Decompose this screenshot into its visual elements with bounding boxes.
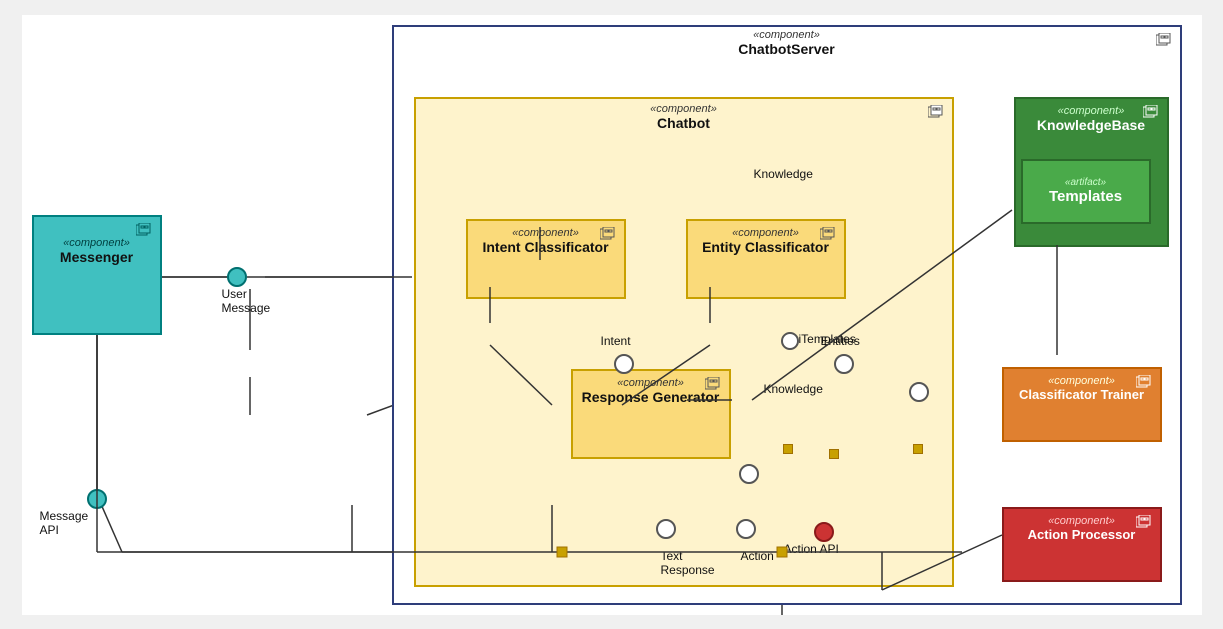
chatbot-server-icon bbox=[1156, 33, 1172, 47]
messenger-icon bbox=[136, 223, 152, 237]
intent-circle bbox=[614, 354, 634, 374]
knowledge-base-icon bbox=[1143, 105, 1159, 119]
chatbot-label: «component» Chatbot bbox=[416, 103, 952, 131]
diagram-container: «component» ChatbotServer «component» Ch… bbox=[22, 15, 1202, 615]
chatbot-server-box: «component» ChatbotServer «component» Ch… bbox=[392, 25, 1182, 605]
knowledge-label-bottom: Knowledge bbox=[764, 382, 823, 396]
response-generator-icon bbox=[705, 377, 721, 391]
chatbot-title: Chatbot bbox=[416, 115, 952, 131]
knowledge-port-circle-inner bbox=[739, 464, 759, 484]
entities-circle bbox=[834, 354, 854, 374]
intent-classificator-box: «component» Intent Classificator bbox=[466, 219, 626, 299]
action-processor-box: «component» Action Processor bbox=[1002, 507, 1162, 582]
itemplates-label: iTemplates bbox=[799, 332, 856, 346]
knowledge-label-top: Knowledge bbox=[754, 167, 813, 181]
action-label: Action bbox=[741, 549, 774, 563]
chatbot-box: «component» Chatbot «component» Intent C… bbox=[414, 97, 954, 587]
knowledge-base-box: «component» KnowledgeBase «artifact» Tem… bbox=[1014, 97, 1169, 247]
message-api-label: MessageAPI bbox=[40, 509, 89, 537]
entity-classificator-box: «component» Entity Classificator bbox=[686, 219, 846, 299]
action-api-label: Action API bbox=[784, 542, 839, 556]
response-generator-box: «component» Response Generator bbox=[571, 369, 731, 459]
text-response-label: TextResponse bbox=[661, 549, 715, 577]
messenger-stereotype: «component» bbox=[34, 237, 160, 249]
entity-classificator-icon bbox=[820, 227, 836, 241]
user-message-circle bbox=[227, 267, 247, 287]
assembly-square-3 bbox=[829, 449, 839, 459]
chatbot-server-label: «component» ChatbotServer bbox=[394, 25, 1180, 57]
text-response-circle bbox=[656, 519, 676, 539]
itemplates-circle bbox=[781, 332, 799, 350]
classificator-trainer-icon bbox=[1136, 375, 1152, 389]
messenger-box: «component» Messenger bbox=[32, 215, 162, 335]
action-circle-inner bbox=[736, 519, 756, 539]
user-message-label: UserMessage bbox=[222, 287, 271, 315]
assembly-square-1 bbox=[913, 444, 923, 454]
assembly-square-2 bbox=[783, 444, 793, 454]
action-api-circle bbox=[814, 522, 834, 542]
chatbot-icon bbox=[928, 105, 944, 119]
messenger-label: «component» Messenger bbox=[34, 237, 160, 265]
chatbot-stereotype: «component» bbox=[416, 103, 952, 115]
chatbot-server-title: ChatbotServer bbox=[394, 41, 1180, 57]
message-api-circle bbox=[87, 489, 107, 509]
classificator-trainer-box: «component» Classificator Trainer bbox=[1002, 367, 1162, 442]
intent-classificator-icon bbox=[600, 227, 616, 241]
templates-box: «artifact» Templates bbox=[1021, 159, 1151, 224]
messenger-title: Messenger bbox=[34, 249, 160, 265]
intent-label: Intent bbox=[601, 334, 631, 348]
chatbot-server-stereotype: «component» bbox=[394, 29, 1180, 41]
action-processor-icon bbox=[1136, 515, 1152, 529]
knowledge-port-circle bbox=[909, 382, 929, 402]
